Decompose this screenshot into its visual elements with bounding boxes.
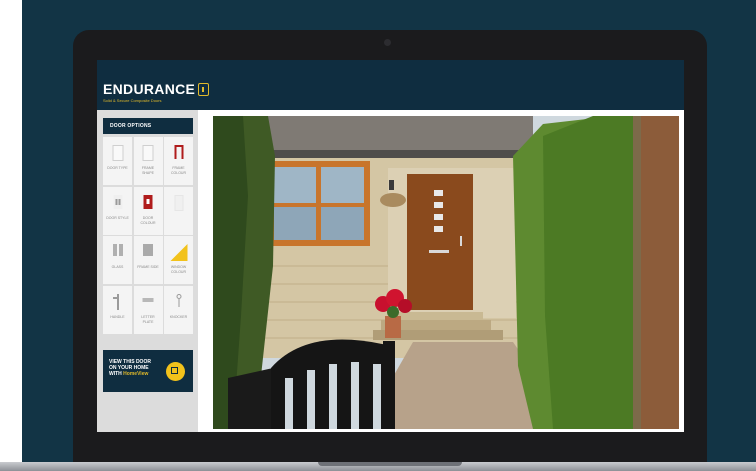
option-label: GLASS	[111, 265, 124, 269]
app-header: ENDURANCE Solid & Secure Composite Doors	[97, 60, 684, 110]
door-type-icon	[112, 145, 123, 161]
homeview-line3-accent: HomeView	[123, 371, 149, 377]
knocker-icon	[175, 293, 182, 308]
option-faint[interactable]	[164, 186, 193, 235]
option-window-colour[interactable]: WINDOW COLOUR	[164, 236, 193, 284]
option-frame-side[interactable]: FRAME SIDE	[133, 236, 163, 284]
homeview-button[interactable]: VIEW THIS DOOR ON YOUR HOME WITH HomeVie…	[103, 350, 193, 392]
option-label: LETTER PLATE	[141, 314, 155, 324]
faint-door-icon	[174, 194, 183, 211]
logo[interactable]: ENDURANCE Solid & Secure Composite Doors	[103, 81, 210, 103]
option-glass[interactable]: GLASS	[103, 236, 132, 284]
glass-icon	[112, 244, 124, 256]
frame-side-icon	[143, 244, 153, 256]
option-label: HANDLE	[110, 314, 125, 319]
homeview-text: VIEW THIS DOOR ON YOUR HOME WITH HomeVie…	[109, 359, 151, 377]
option-handle[interactable]: HANDLE	[103, 285, 132, 334]
door-options-grid: DOOR TYPE FRAME SHAPE FRAME COLOUR DOOR …	[103, 137, 193, 334]
option-knocker[interactable]: KNOCKER	[164, 285, 193, 334]
option-label: FRAME COLOUR	[171, 166, 186, 175]
option-frame-colour[interactable]: FRAME COLOUR	[164, 137, 193, 185]
door-options-sidebar: DOOR OPTIONS DOOR TYPE FRAME SHAPE FRAME…	[97, 110, 198, 432]
door-style-icon	[113, 194, 122, 209]
frame-shape-icon	[142, 145, 154, 161]
option-frame-shape[interactable]: FRAME SHAPE	[133, 137, 163, 185]
option-door-type[interactable]: DOOR TYPE	[103, 137, 132, 185]
option-label: DOOR TYPE	[107, 166, 128, 170]
letter-plate-icon	[142, 297, 154, 302]
homeview-line3-prefix: WITH	[109, 371, 124, 377]
option-door-colour[interactable]: DOOR COLOUR	[133, 186, 163, 235]
option-label: KNOCKER	[169, 314, 188, 319]
door-colour-icon	[143, 194, 153, 209]
door-options-title: DOOR OPTIONS	[103, 118, 193, 134]
option-label: FRAME SHAPE	[141, 166, 155, 175]
logo-title: ENDURANCE	[103, 81, 196, 97]
homeview-house-icon	[166, 362, 185, 381]
logo-door-icon	[198, 82, 210, 96]
house-scene	[213, 116, 679, 429]
option-label: WINDOW COLOUR	[170, 265, 187, 274]
frame-colour-icon	[174, 145, 183, 159]
logo-subtitle: Solid & Secure Composite Doors	[103, 98, 162, 103]
laptop-notch	[318, 462, 462, 466]
handle-icon	[112, 293, 123, 310]
option-door-style[interactable]: DOOR STYLE	[103, 186, 132, 235]
option-label: DOOR COLOUR	[140, 215, 156, 225]
app-screen: ENDURANCE Solid & Secure Composite Doors…	[97, 60, 684, 432]
option-label: FRAME SIDE	[137, 265, 159, 269]
window-colour-icon	[170, 244, 187, 261]
door-preview-image	[213, 116, 679, 429]
option-label: DOOR STYLE	[106, 215, 129, 220]
option-letter-plate[interactable]: LETTER PLATE	[133, 285, 163, 334]
camera-icon	[384, 39, 391, 46]
